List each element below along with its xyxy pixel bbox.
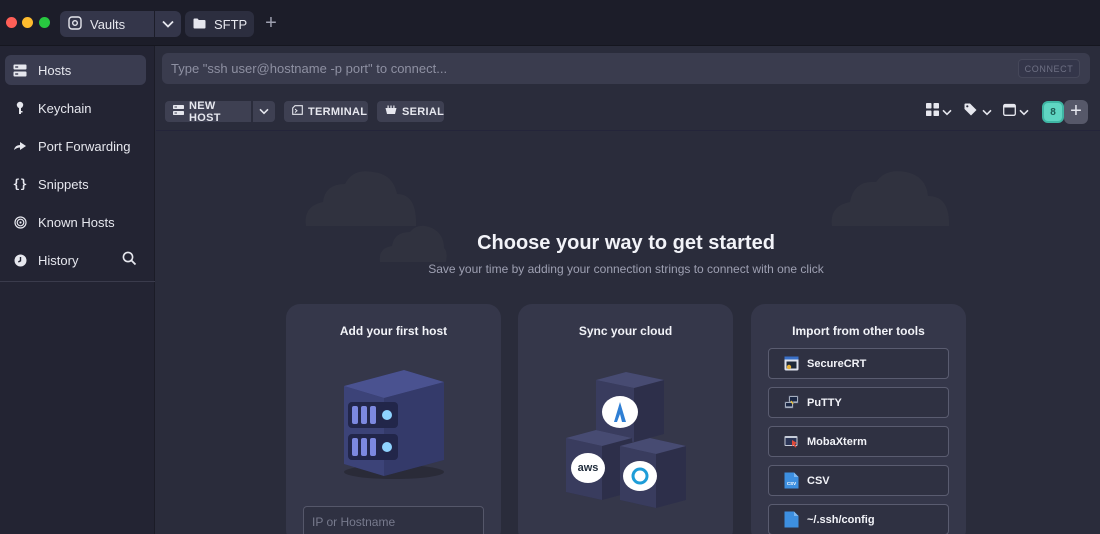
- mobaxterm-icon: [783, 434, 799, 450]
- card-title: Sync your cloud: [578, 324, 673, 338]
- sidebar-item-hosts[interactable]: Hosts: [5, 55, 146, 85]
- serial-label: SERIAL: [402, 105, 445, 118]
- serial-port-icon: [385, 105, 397, 118]
- grid-icon: [926, 103, 939, 121]
- tab-sftp-label: SFTP: [214, 16, 248, 32]
- new-host-dropdown-button[interactable]: [253, 101, 275, 122]
- braces-icon: {}: [12, 177, 28, 191]
- title-bar: Vaults SFTP +: [0, 0, 1100, 46]
- page-title: Choose your way to get started: [477, 232, 775, 254]
- import-tool-label: CSV: [807, 474, 830, 487]
- add-button[interactable]: +: [1064, 100, 1088, 124]
- sidebar-divider: [0, 281, 155, 282]
- card-title: Import from other tools: [792, 324, 925, 338]
- chevron-down-icon: [982, 103, 992, 121]
- folder-icon: [193, 17, 206, 32]
- sidebar-item-keychain[interactable]: Keychain: [5, 93, 146, 123]
- search-icon[interactable]: [122, 251, 138, 267]
- tab-vaults[interactable]: Vaults: [60, 11, 154, 37]
- ssh-command-input[interactable]: [162, 53, 1012, 84]
- hostname-input[interactable]: [303, 506, 484, 534]
- new-host-label: NEW HOST: [189, 99, 221, 124]
- minimize-window-button[interactable]: [22, 17, 33, 28]
- sidebar-item-snippets[interactable]: {} Snippets: [5, 169, 146, 199]
- sidebar-item-known-hosts[interactable]: Known Hosts: [5, 207, 146, 237]
- import-securecrt-button[interactable]: SecureCRT: [768, 348, 949, 379]
- cloud-illustration-left: [305, 171, 417, 226]
- import-tool-label: MobaXterm: [807, 435, 867, 448]
- csv-file-icon: CSV: [783, 472, 799, 489]
- server-icon: [13, 63, 27, 77]
- tab-vaults-label: Vaults: [90, 16, 126, 32]
- chevron-down-icon: [259, 106, 269, 118]
- vaults-dropdown-button[interactable]: [155, 11, 181, 37]
- command-bar: CONNECT: [162, 53, 1090, 84]
- import-tool-label: SecureCRT: [807, 357, 867, 370]
- import-tool-label: ~/.ssh/config: [807, 513, 875, 526]
- maximize-window-button[interactable]: [39, 17, 50, 28]
- import-putty-button[interactable]: PuTTY: [768, 387, 949, 418]
- page-subtitle: Save your time by adding your connection…: [428, 262, 824, 276]
- server-icon: [173, 105, 184, 118]
- plus-icon: +: [265, 12, 277, 34]
- chevron-down-icon: [1019, 103, 1029, 121]
- file-icon: [783, 511, 799, 528]
- sidebar: Hosts Keychain Port Forwarding {} Snippe…: [0, 46, 155, 534]
- sidebar-item-label: Keychain: [38, 100, 92, 116]
- fingerprint-icon: [13, 215, 27, 229]
- terminal-label: TERMINAL: [308, 105, 368, 118]
- tags-filter-button[interactable]: [964, 103, 992, 121]
- sidebar-item-label: Hosts: [38, 62, 72, 78]
- tag-icon: [964, 103, 979, 121]
- import-mobaxterm-button[interactable]: MobaXterm: [768, 426, 949, 457]
- clock-icon: [13, 253, 27, 267]
- cloud-illustration-right: [831, 171, 950, 226]
- connect-button[interactable]: CONNECT: [1018, 59, 1080, 78]
- securecrt-icon: [783, 356, 799, 372]
- tab-sftp[interactable]: SFTP: [185, 11, 254, 37]
- close-window-button[interactable]: [6, 17, 17, 28]
- cloud-providers-illustration: aws: [566, 372, 686, 508]
- terminal-icon: [292, 105, 303, 118]
- putty-icon: [783, 395, 799, 411]
- sidebar-item-label: Snippets: [38, 176, 89, 192]
- import-csv-button[interactable]: CSV CSV: [768, 465, 949, 496]
- chevron-down-icon: [942, 103, 952, 121]
- serial-button[interactable]: SERIAL: [377, 101, 444, 122]
- team-badge[interactable]: 8: [1042, 101, 1064, 123]
- layout-toggle-button[interactable]: [926, 103, 952, 121]
- import-ssh-config-button[interactable]: ~/.ssh/config: [768, 504, 949, 534]
- card-title: Add your first host: [339, 324, 448, 338]
- main-panel: CONNECT NEW HOST TERMINAL SERIAL: [156, 46, 1100, 534]
- calendar-icon: [1003, 103, 1016, 121]
- aws-icon: aws: [578, 462, 599, 474]
- new-tab-button[interactable]: +: [262, 13, 280, 35]
- chevron-down-icon: [162, 15, 174, 33]
- sidebar-item-label: Known Hosts: [38, 214, 115, 230]
- import-tool-label: PuTTY: [807, 396, 842, 409]
- sidebar-item-history[interactable]: History: [5, 245, 115, 275]
- vault-icon: [68, 15, 82, 33]
- add-host-card: Add your first host: [286, 304, 501, 534]
- server-rack-illustration: [344, 370, 444, 479]
- hosts-toolbar: NEW HOST TERMINAL SERIAL: [156, 91, 1100, 131]
- import-tools-card: Import from other tools SecureCRT PuTTY …: [751, 304, 966, 534]
- terminal-button[interactable]: TERMINAL: [284, 101, 368, 122]
- new-host-button[interactable]: NEW HOST: [165, 99, 251, 124]
- sidebar-item-label: Port Forwarding: [38, 138, 131, 154]
- sort-options-button[interactable]: [1003, 103, 1029, 121]
- svg-text:CSV: CSV: [786, 481, 795, 486]
- sync-cloud-card: Sync your cloud aws: [518, 304, 733, 534]
- plus-icon: +: [1070, 100, 1082, 122]
- forward-arrow-icon: [13, 139, 27, 153]
- key-icon: [13, 101, 27, 115]
- sidebar-item-port-forwarding[interactable]: Port Forwarding: [5, 131, 146, 161]
- sidebar-item-label: History: [38, 252, 79, 268]
